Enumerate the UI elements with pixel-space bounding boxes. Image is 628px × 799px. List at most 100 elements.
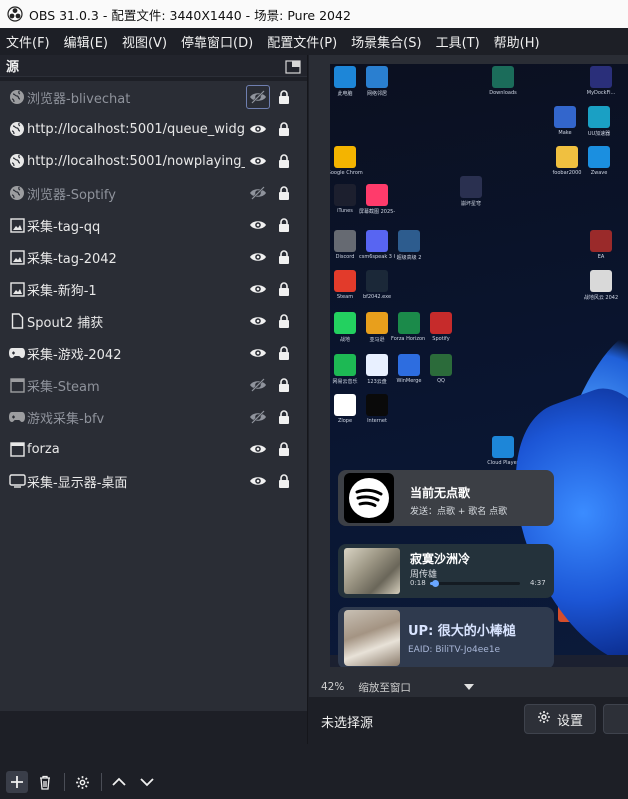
settings-button[interactable]: 设置 <box>524 704 596 734</box>
desktop-icon <box>366 354 388 376</box>
source-item[interactable]: http://localhost:5001/queue_widget/ <box>0 113 307 145</box>
lock-icon[interactable] <box>276 120 292 138</box>
undock-icon[interactable] <box>285 59 301 74</box>
source-item[interactable]: http://localhost:5001/nowplaying_widget <box>0 145 307 177</box>
lock-icon[interactable] <box>276 344 292 362</box>
menu-item[interactable]: 停靠窗口(D) <box>175 32 261 51</box>
desktop-icon-label: csm6speak 3 Client <box>359 254 395 260</box>
desktop-icon <box>590 270 612 292</box>
visibility-eye-icon[interactable] <box>248 472 268 490</box>
desktop-icon <box>366 184 388 206</box>
lock-icon[interactable] <box>276 184 292 202</box>
menu-item[interactable]: 文件(F) <box>0 32 58 51</box>
lock-icon[interactable] <box>276 312 292 330</box>
move-up-button[interactable] <box>108 771 130 793</box>
menu-item[interactable]: 编辑(E) <box>58 32 116 51</box>
visibility-hidden-icon[interactable] <box>248 184 268 202</box>
visibility-hidden-icon[interactable] <box>248 376 268 394</box>
desktop-icon <box>366 66 388 88</box>
desktop-icon <box>366 230 388 252</box>
title-bar: OBS 31.0.3 - 配置文件: 3440X1440 - 场景: Pure … <box>0 0 628 28</box>
lock-icon[interactable] <box>276 408 292 426</box>
visibility-eye-icon[interactable] <box>248 280 268 298</box>
zoom-percent: 42% <box>321 681 345 693</box>
file-icon <box>7 311 27 331</box>
visibility-eye-icon[interactable] <box>248 344 268 362</box>
visibility-eye-icon[interactable] <box>248 152 268 170</box>
source-item[interactable]: 采集-tag-qq <box>0 209 307 241</box>
visibility-eye-icon[interactable] <box>248 248 268 266</box>
source-item[interactable]: 浏览器-Soptify <box>0 177 307 209</box>
source-label: 采集-显示器-桌面 <box>27 475 128 491</box>
desktop-icon-label: EA <box>597 254 605 260</box>
desktop-icon <box>492 66 514 88</box>
lock-icon[interactable] <box>276 376 292 394</box>
source-label: 采集-新狗-1 <box>27 283 97 299</box>
desktop-icon-label: foobar2000 <box>552 170 582 176</box>
source-item[interactable]: 游戏采集-bfv <box>0 401 307 433</box>
zoom-dropdown-icon[interactable] <box>459 679 479 695</box>
menu-item[interactable]: 场景集合(S) <box>345 32 429 51</box>
settings-label: 设置 <box>556 713 583 729</box>
menu-item[interactable]: 帮助(H) <box>488 32 548 51</box>
visibility-hidden-icon[interactable] <box>248 408 268 426</box>
desktop-icon <box>334 66 356 88</box>
visibility-eye-icon[interactable] <box>248 216 268 234</box>
desktop-icon-label: 战地 <box>339 337 350 343</box>
lock-icon[interactable] <box>276 88 292 106</box>
song-current-time: 0:18 <box>410 579 426 587</box>
album-cover <box>344 548 400 594</box>
source-label: 采集-tag-2042 <box>27 251 117 267</box>
add-source-button[interactable] <box>6 771 28 793</box>
desktop-icon <box>334 146 356 168</box>
desktop-icon-label: Downloads <box>489 90 517 96</box>
visibility-hidden-icon[interactable] <box>246 85 270 109</box>
desktop-icon-label: 屏幕截图 2025-06-1... <box>359 209 395 215</box>
lock-icon[interactable] <box>276 440 292 458</box>
globe-icon <box>7 119 27 139</box>
lock-icon[interactable] <box>276 280 292 298</box>
menu-item[interactable]: 视图(V) <box>116 32 175 51</box>
zoom-mode[interactable]: 缩放至窗口 <box>358 680 411 695</box>
desktop-icon-label: 崩坏星穹 <box>460 201 481 207</box>
source-item[interactable]: 浏览器-blivechat <box>0 81 307 113</box>
gamepad-icon <box>7 407 27 427</box>
visibility-eye-icon[interactable] <box>248 120 268 138</box>
preview-canvas[interactable]: CCleanerCloud PlayerInternetZlopeQQWinMe… <box>330 64 628 667</box>
desktop-icon-label: 网络邻居 <box>366 91 387 97</box>
desktop-icon <box>430 354 452 376</box>
source-item[interactable]: forza <box>0 433 307 465</box>
move-down-button[interactable] <box>136 771 158 793</box>
desktop-icon <box>334 394 356 416</box>
menu-item[interactable]: 配置文件(P) <box>261 32 345 51</box>
sources-list: 浏览器-blivechat http://localhost:5001/queue… <box>0 81 307 711</box>
desktop-icon-label: Spotify <box>432 336 450 342</box>
streamer-eaid: EAID: BiliTV-Jo4ee1e <box>408 645 501 655</box>
no-source-selected-label: 未选择源 <box>321 716 374 731</box>
remove-source-button[interactable] <box>34 771 56 793</box>
source-label: 浏览器-blivechat <box>27 91 131 107</box>
menu-bar: 文件(F) 编辑(E) 视图(V) 停靠窗口(D) 配置文件(P) 场景集合(S) 工具(T… <box>0 28 628 54</box>
source-item[interactable]: Spout2 捕获 <box>0 305 307 337</box>
streamer-avatar <box>344 610 400 666</box>
visibility-eye-icon[interactable] <box>248 312 268 330</box>
menu-item[interactable]: 工具(T) <box>430 32 488 51</box>
filters-button[interactable] <box>603 704 628 734</box>
source-item[interactable]: 采集-显示器-桌面 <box>0 465 307 497</box>
lock-icon[interactable] <box>276 152 292 170</box>
source-item[interactable]: 采集-新狗-1 <box>0 273 307 305</box>
visibility-eye-icon[interactable] <box>248 440 268 458</box>
sources-panel: 源 浏览器-blivechat http://localhost:5001/que… <box>0 55 308 793</box>
image-icon <box>7 279 27 299</box>
desktop-icon <box>398 354 420 376</box>
obs-logo-icon <box>7 6 23 22</box>
source-item[interactable]: 采集-Steam <box>0 369 307 401</box>
lock-icon[interactable] <box>276 248 292 266</box>
lock-icon[interactable] <box>276 472 292 490</box>
queue-subtitle: 发送：点歌 + 歌名 点歌 <box>410 507 508 517</box>
source-properties-button[interactable] <box>71 771 93 793</box>
source-item[interactable]: 采集-tag-2042 <box>0 241 307 273</box>
lock-icon[interactable] <box>276 216 292 234</box>
desktop-icon-label: 超级高级 2 <box>396 255 422 261</box>
source-item[interactable]: 采集-游戏-2042 <box>0 337 307 369</box>
